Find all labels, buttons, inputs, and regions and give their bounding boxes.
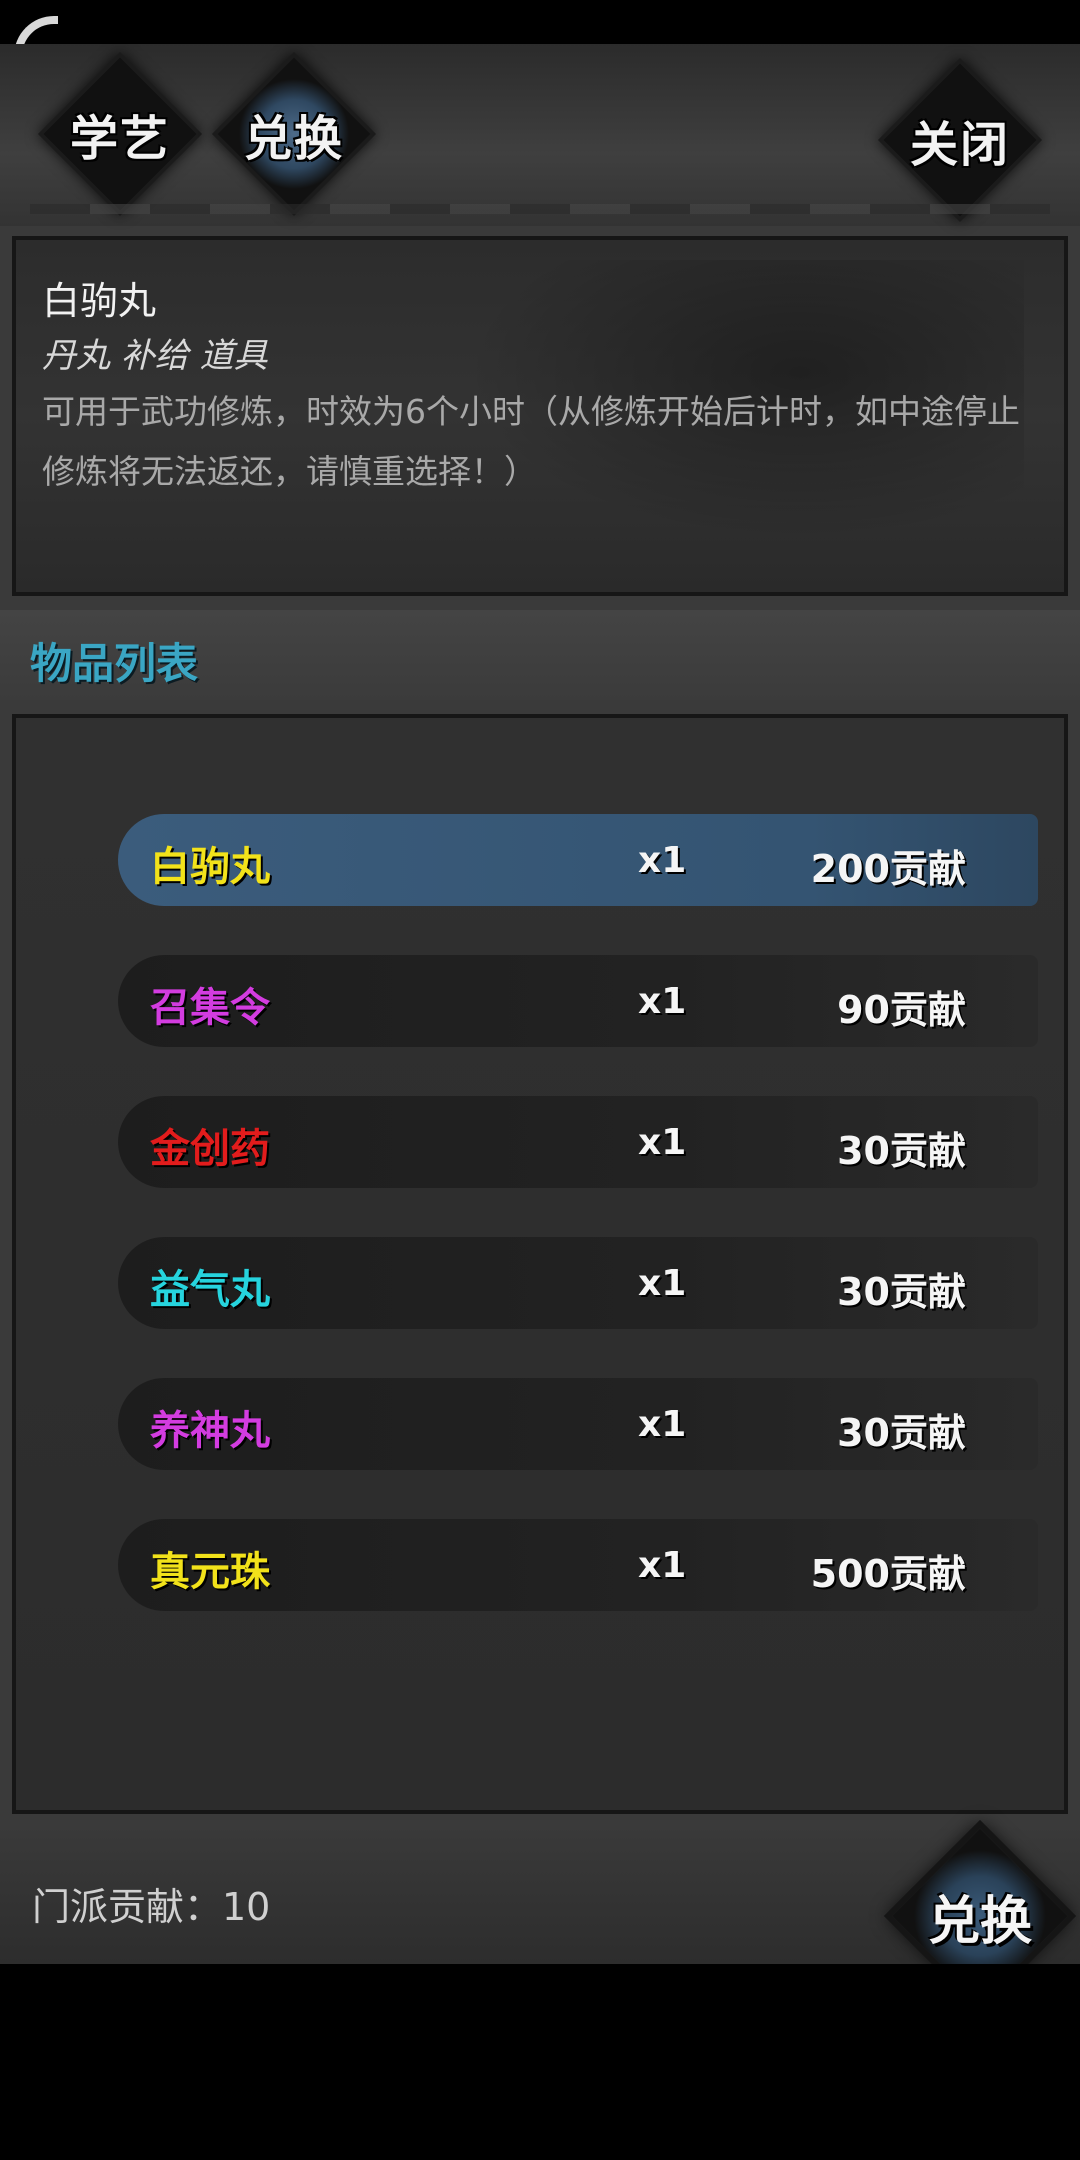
status-bar <box>0 0 1080 60</box>
item-name: 金创药 <box>150 1125 270 1172</box>
item-name: 益气丸 <box>150 1266 270 1313</box>
item-cost: 90贡献 <box>837 988 966 1032</box>
exchange-button-label: 兑换 <box>927 1890 1032 1952</box>
item-name: 召集令 <box>150 984 270 1031</box>
item-cost: 200贡献 <box>810 847 966 891</box>
item-qty: x1 <box>638 1263 687 1304</box>
item-detail-tags: 丹丸 补给 道具 <box>42 336 268 376</box>
item-qty: x1 <box>638 981 687 1022</box>
item-name: 养神丸 <box>150 1407 270 1454</box>
top-bar: 学艺 兑换 关闭 <box>0 44 1080 226</box>
item-name: 真元珠 <box>150 1548 270 1595</box>
list-title: 物品列表 <box>30 639 199 688</box>
item-detail-panel: 白驹丸 丹丸 补给 道具 可用于武功修炼，时效为6个小时（从修炼开始后计时，如中… <box>12 236 1068 596</box>
exchange-window: 学艺 兑换 关闭 白驹丸 丹丸 补给 道具 可用于武功修炼，时效为6个小时（从修… <box>0 44 1080 1964</box>
close-button[interactable]: 关闭 <box>880 60 1040 220</box>
list-item[interactable]: 金创药 x1 30贡献 <box>118 1096 1038 1188</box>
item-cost: 30贡献 <box>837 1411 966 1455</box>
tab-learn-label: 学艺 <box>69 111 170 167</box>
item-qty: x1 <box>638 1122 687 1163</box>
tab-exchange-label: 兑换 <box>243 111 344 167</box>
game-screen: 学艺 兑换 关闭 白驹丸 丹丸 补给 道具 可用于武功修炼，时效为6个小时（从修… <box>0 0 1080 2160</box>
item-detail-name: 白驹丸 <box>42 279 157 323</box>
list-item[interactable]: 养神丸 x1 30贡献 <box>118 1378 1038 1470</box>
item-cost: 30贡献 <box>837 1129 966 1173</box>
item-qty: x1 <box>638 1545 687 1586</box>
item-list-panel: 白驹丸 x1 200贡献 召集令 x1 90贡献 金创药 x1 30贡献 益气丸… <box>12 714 1068 1814</box>
list-item[interactable]: 白驹丸 x1 200贡献 <box>118 814 1038 906</box>
list-item[interactable]: 召集令 x1 90贡献 <box>118 955 1038 1047</box>
sect-contribution: 门派贡献：10 <box>32 1885 271 1929</box>
item-qty: x1 <box>638 840 687 881</box>
list-item[interactable]: 益气丸 x1 30贡献 <box>118 1237 1038 1329</box>
tab-exchange[interactable]: 兑换 <box>214 54 374 214</box>
item-detail-description: 可用于武功修炼，时效为6个小时（从修炼开始后计时，如中途停止修炼将无法返还，请慎… <box>42 392 1020 491</box>
close-label: 关闭 <box>909 117 1010 173</box>
item-cost: 30贡献 <box>837 1270 966 1314</box>
exchange-button[interactable]: 兑换 <box>892 1828 1068 1964</box>
tab-learn[interactable]: 学艺 <box>40 54 200 214</box>
list-item[interactable]: 真元珠 x1 500贡献 <box>118 1519 1038 1611</box>
list-header: 物品列表 <box>0 610 1080 700</box>
item-qty: x1 <box>638 1404 687 1445</box>
footer-bar: 门派贡献：10 兑换 <box>0 1824 1080 1964</box>
item-cost: 500贡献 <box>810 1552 966 1596</box>
item-name: 白驹丸 <box>150 843 270 890</box>
